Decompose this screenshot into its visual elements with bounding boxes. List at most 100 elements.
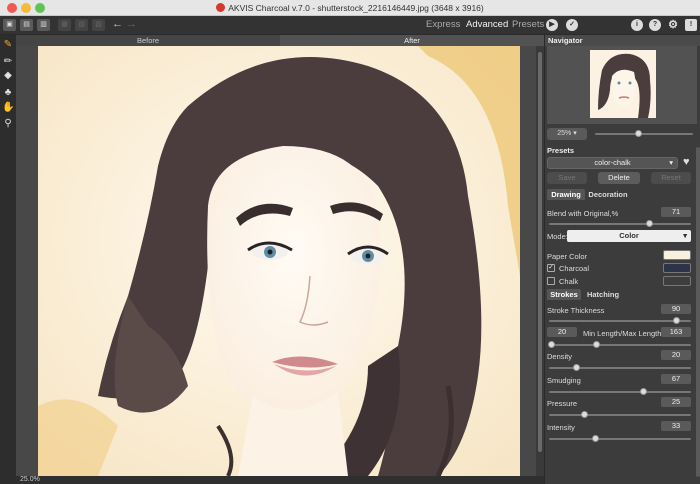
intensity-value[interactable]: 33 [661,421,691,431]
undo-icon[interactable]: ← [112,18,123,30]
tab-decoration[interactable]: Decoration [587,189,629,200]
zoom-slider[interactable] [595,133,693,135]
zoom-icon[interactable]: ⚲ [2,118,14,130]
thumbnail-image [590,50,656,118]
smudging-label: Smudging [547,376,581,385]
chalk-label: Chalk [559,277,579,286]
tab-before[interactable]: Before [16,35,280,46]
min-max-length-label: Min Length/Max Length [583,329,662,338]
charcoal-checkbox[interactable]: ✓ [547,264,555,272]
chalk-checkbox[interactable] [547,277,555,285]
brush-icon[interactable]: ✎ [2,39,14,51]
charcoal-color-swatch[interactable] [663,263,691,273]
stroke-thickness-value[interactable]: 90 [661,304,691,314]
pressure-value[interactable]: 25 [661,397,691,407]
mode-express[interactable]: Express [426,19,460,30]
open-icon[interactable]: ▣ [3,19,16,31]
blend-label: Blend with Original,% [547,209,619,218]
window-title: AKVIS Charcoal v.7.0 - shutterstock_2216… [0,3,700,13]
status-bar: 25.0% [16,476,544,484]
presets-label: Presets [547,146,575,155]
pressure-slider-thumb[interactable] [580,411,588,418]
settings-panel: Navigator 25% ▾ Presets color-chalk ▾ ♥ S… [544,35,700,484]
navigator-box[interactable] [547,46,697,124]
stamp-icon[interactable]: ♣ [2,87,14,99]
run-icon[interactable]: ▶ [546,19,558,31]
preset-select[interactable]: color-chalk ▾ [547,157,678,169]
pencil-icon[interactable]: ✏ [2,56,14,68]
chalk-color-swatch[interactable] [663,276,691,286]
share-icon[interactable]: ▧ [75,19,88,31]
panel-scrollbar[interactable] [696,147,700,477]
density-slider-thumb[interactable] [573,364,581,371]
save-preset-button[interactable]: Save [547,172,587,184]
blend-slider-thumb[interactable] [645,220,653,227]
mode-advanced[interactable]: Advanced [466,19,508,30]
stroke-thickness-slider-thumb[interactable] [672,317,680,324]
batch-icon[interactable]: ▨ [92,19,105,31]
navigator-thumbnail[interactable] [590,50,656,118]
tab-drawing[interactable]: Drawing [547,189,585,200]
help-icon[interactable]: ? [649,19,661,31]
settings-icon[interactable]: ⚙ [667,19,679,31]
min-length-value[interactable]: 20 [547,327,577,337]
max-length-value[interactable]: 163 [661,327,691,337]
navigator-zoom-row: 25% ▾ [547,128,697,140]
navigator-header[interactable]: Navigator [545,35,700,46]
pressure-label: Pressure [547,399,578,408]
akvis-logo-icon [216,3,226,12]
info-icon[interactable]: i [631,19,643,31]
view-tabs: Before After [16,35,544,46]
favorite-heart-icon[interactable]: ♥ [683,156,690,168]
paper-color-swatch[interactable] [663,250,691,260]
tab-hatching[interactable]: Hatching [583,289,623,300]
intensity-slider-thumb[interactable] [591,435,599,442]
reset-preset-button[interactable]: Reset [651,172,691,184]
save-as-icon[interactable]: ▥ [37,19,50,31]
paper-color-label: Paper Color [547,252,588,261]
strokes-tabbar: Strokes Hatching [547,289,697,300]
delete-preset-button[interactable]: Delete [598,172,640,184]
mode-select[interactable]: Color ▾ [567,230,691,242]
scrollbar-thumb[interactable] [538,52,542,452]
eraser-icon[interactable]: ◆ [2,70,14,82]
tab-strokes[interactable]: Strokes [547,289,581,300]
zoom-status: 25.0% [20,476,40,483]
preset-select-value: color-chalk [594,158,631,167]
print-icon[interactable]: ▦ [58,19,71,31]
smudging-slider[interactable] [549,391,691,393]
blend-slider[interactable] [549,223,691,225]
mode-select-value: Color [619,231,639,240]
title-bar: AKVIS Charcoal v.7.0 - shutterstock_2216… [0,0,700,16]
min-length-slider-thumb[interactable] [547,341,555,348]
window-title-text: AKVIS Charcoal v.7.0 - shutterstock_2216… [228,3,484,13]
smudging-slider-thumb[interactable] [640,388,648,395]
density-slider[interactable] [549,367,691,369]
drawing-tabbar: Drawing Decoration [547,189,697,200]
image-vertical-scrollbar[interactable] [536,46,544,476]
zoom-select-value: 25% [557,130,572,137]
tips-icon[interactable]: ! [685,19,697,31]
zoom-slider-thumb[interactable] [635,130,643,137]
intensity-label: Intensity [547,423,575,432]
zoom-select[interactable]: 25% ▾ [547,128,587,140]
hand-icon[interactable]: ✋ [2,102,14,114]
max-length-slider-thumb[interactable] [593,341,601,348]
save-icon[interactable]: ▤ [20,19,33,31]
smudging-value[interactable]: 67 [661,374,691,384]
result-image[interactable] [38,46,520,476]
mode-presets[interactable]: Presets [512,19,544,30]
chevron-down-icon: ▾ [669,158,673,167]
chevron-down-icon: ▾ [683,231,687,240]
pressure-slider[interactable] [549,414,691,416]
intensity-slider[interactable] [549,438,691,440]
redo-icon[interactable]: → [126,18,137,30]
density-label: Density [547,352,573,361]
length-range-slider[interactable] [549,344,691,346]
image-viewport[interactable] [16,46,544,476]
tab-after[interactable]: After [280,35,544,46]
density-value[interactable]: 20 [661,350,691,360]
apply-icon[interactable]: ✓ [566,19,578,31]
blend-value[interactable]: 71 [661,207,691,217]
stroke-thickness-slider[interactable] [549,320,691,322]
